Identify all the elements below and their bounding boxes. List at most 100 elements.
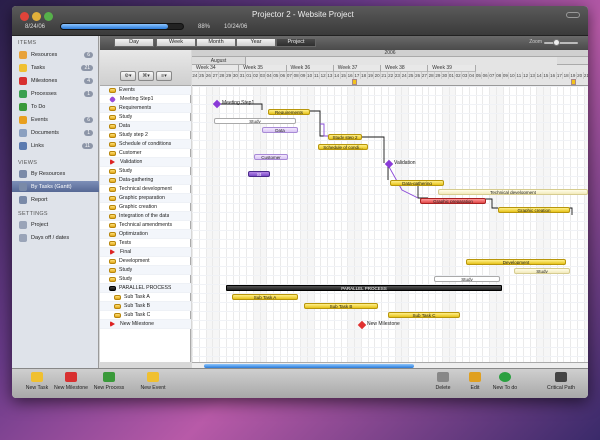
count-badge: 11 [81,142,93,149]
bar-parallel-process[interactable]: PARALLEL PROCESS [226,285,502,291]
task-row-label: Study [119,276,133,282]
task-row[interactable]: Events [100,86,191,95]
bar-development[interactable]: Development [466,259,566,265]
task-row[interactable]: PARALLEL PROCESS [100,284,191,293]
sidebar-item-processes[interactable]: Processes 1 [12,88,99,99]
bar-study-dev-2[interactable]: Study [434,276,500,282]
bar-schedule-of-conditions[interactable]: Schedule of condi... [318,144,368,150]
tab-year[interactable]: Year [236,38,276,47]
task-row[interactable]: Study step 2 [100,131,191,140]
sidebar-item-resources[interactable]: Resources 6 [12,49,99,60]
toolbar-toggle-button[interactable] [566,12,580,18]
task-row-label: Sub Task B [124,303,151,309]
bar-study-step-2[interactable]: Study step 2 [328,134,362,140]
new-todo-icon [499,372,511,382]
task-row[interactable]: Study [100,167,191,176]
sidebar-section-views: VIEWS [18,160,38,166]
task-row-label: Validation [120,159,143,165]
task-row-label: Graphic preparation [119,195,165,201]
bar-data[interactable]: Data [262,127,298,133]
zoom-window-button[interactable] [44,12,53,21]
zoom-slider-knob[interactable] [553,39,560,46]
task-row[interactable]: Technical development [100,185,191,194]
bar-data-gathering[interactable]: Data-gathering [390,180,444,186]
sidebar-item-events[interactable]: Events 6 [12,114,99,125]
task-icon [109,123,116,129]
task-row[interactable]: Study [100,266,191,275]
task-row[interactable]: Customer [100,149,191,158]
task-row[interactable]: Sub Task C [100,311,191,320]
task-row-label: Technical amendments [119,222,173,228]
task-row[interactable]: Development [100,257,191,266]
sort-icon[interactable]: ≡▾ [156,71,172,81]
task-row[interactable]: Final [100,248,191,257]
task-row[interactable]: Tests [100,239,191,248]
subtask-icon [114,303,121,309]
task-row[interactable]: Sub Task B [100,302,191,311]
button-label: New To do [492,385,518,391]
sidebar-item-documents[interactable]: Documents 1 [12,127,99,138]
task-row[interactable]: Sub Task A [100,293,191,302]
sidebar-view-report[interactable]: Report [12,194,99,205]
task-row[interactable]: Study [100,275,191,284]
task-row-label: Events [119,87,135,93]
tab-day[interactable]: Day [114,38,154,47]
sidebar-item-to-do[interactable]: To Do [12,101,99,112]
sidebar-view-by-tasks-gantt-[interactable]: By Tasks (Gantt) [12,181,99,192]
bar-technical-development[interactable]: Technical development [438,189,588,195]
task-row[interactable]: Graphic preparation [100,194,191,203]
critical-path-button[interactable]: Critical Path [542,372,580,397]
filter-icon[interactable]: ⌘▾ [138,71,154,81]
task-row[interactable]: Technical amendments [100,221,191,230]
bar-sub-task-a[interactable]: Sub Task A [232,294,298,300]
gear-icon[interactable]: ⚙▾ [120,71,136,81]
minimize-window-button[interactable] [32,12,41,21]
sidebar-item-tasks[interactable]: Tasks 21 [12,62,99,73]
bottom-toolbar: New Task New Milestone New Process New Even… [12,368,588,398]
sidebar-item-links[interactable]: Links 11 [12,140,99,151]
sidebar-setting-project[interactable]: Project [12,219,99,230]
new-process-icon [103,372,115,382]
task-row[interactable]: Requirements [100,104,191,113]
sidebar-item-milestones[interactable]: Milestones 4 [12,75,99,86]
task-row[interactable]: Integration of the data [100,212,191,221]
tab-week[interactable]: Week [156,38,196,47]
task-row[interactable]: Data-gathering [100,176,191,185]
new-process-button[interactable]: New Process [90,372,128,397]
bar-study[interactable]: Study [214,118,296,124]
task-row[interactable]: New Milestone [100,320,191,329]
task-row[interactable]: Study [100,113,191,122]
report-icon [19,195,27,204]
zoom-slider[interactable] [544,42,578,44]
bar-customer[interactable]: Customer [254,154,288,160]
sidebar-view-by-resources[interactable]: By Resources [12,168,99,179]
tab-month[interactable]: Month [196,38,236,47]
sidebar-setting-days-off-dates[interactable]: Days off / dates [12,232,99,243]
bar-sub-task-b[interactable]: Sub Task B [304,303,378,309]
pencil-icon [469,372,481,382]
new-task-button[interactable]: New Task [18,372,56,397]
bar-study-short[interactable]: St [248,171,270,177]
new-to-do-button[interactable]: New To do [486,372,524,397]
task-row[interactable]: Optimization [100,230,191,239]
bar-sub-task-c[interactable]: Sub Task C [388,312,460,318]
bar-graphic-preparation[interactable]: Graphic preparation [420,198,486,204]
task-row[interactable]: Validation [100,158,191,167]
new-event-button[interactable]: New Event [134,372,172,397]
task-row[interactable]: Graphic creation [100,203,191,212]
task-row[interactable]: Schedule of conditions [100,140,191,149]
close-window-button[interactable] [20,12,29,21]
task-row[interactable]: Meeting Step1 [100,95,191,104]
view-toolbar: Day Week Month Year Project Zoom [100,36,588,50]
count-badge: 1 [84,129,93,136]
bar-requirements[interactable]: Requirements [268,109,310,115]
task-icon [109,105,116,111]
task-row[interactable]: Data [100,122,191,131]
tab-project[interactable]: Project [276,38,316,47]
new-milestone-icon [65,372,77,382]
new-milestone-button[interactable]: New Milestone [52,372,90,397]
task-row-label: Final [120,249,132,255]
by-resources-icon [19,169,27,178]
bar-study-dev[interactable]: Study [514,268,570,274]
bar-graphic-creation[interactable]: Graphic creation [498,207,570,213]
